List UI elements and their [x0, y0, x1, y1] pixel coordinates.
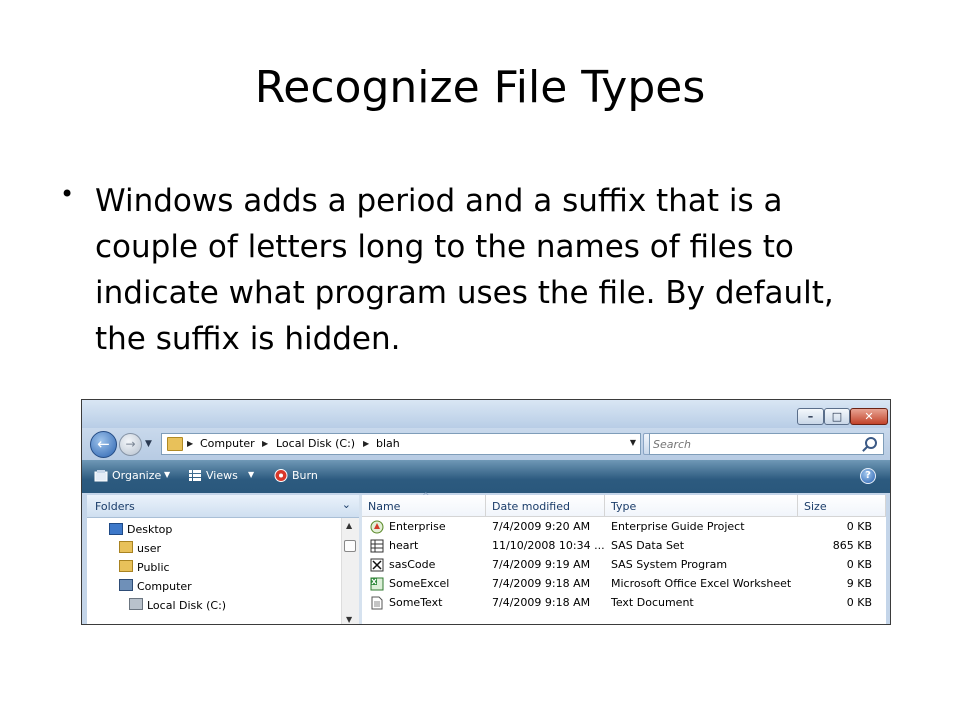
explorer-window: – □ ✕ ← → ▼ ▶ Computer ▶ Local Disk (C:)…: [81, 399, 891, 625]
column-header-label: Name: [368, 500, 401, 513]
computer-icon: [119, 579, 133, 591]
folders-scrollbar[interactable]: ▲ ▼: [341, 518, 359, 624]
help-icon[interactable]: ?: [860, 468, 876, 484]
folders-header[interactable]: Folders ⌄: [87, 495, 359, 518]
tree-item-public[interactable]: Public: [137, 561, 170, 575]
file-size: 865 KB: [832, 539, 872, 552]
file-size: 0 KB: [846, 520, 872, 533]
desktop-icon: [109, 523, 123, 535]
address-bar[interactable]: ▶ Computer ▶ Local Disk (C:) ▶ blah ▼: [161, 433, 641, 455]
sas-dataset-icon: [370, 539, 384, 553]
tree-item-desktop[interactable]: Desktop: [127, 523, 172, 537]
scroll-down-icon[interactable]: ▼: [346, 615, 352, 624]
column-header-label: Size: [804, 500, 827, 513]
burn-icon: [274, 469, 288, 482]
sas-program-icon: [370, 558, 384, 572]
file-date: 11/10/2008 10:34 ...: [492, 539, 605, 552]
file-name[interactable]: heart: [389, 539, 418, 553]
file-type: SAS Data Set: [611, 539, 685, 552]
views-dropdown-icon[interactable]: ▼: [248, 470, 254, 479]
file-name[interactable]: sasCode: [389, 558, 435, 572]
bullet-point: • Windows adds a period and a suffix tha…: [60, 178, 890, 362]
file-name[interactable]: Enterprise: [389, 520, 446, 534]
breadcrumb-separator-icon[interactable]: ▶: [187, 437, 193, 451]
bullet-text: Windows adds a period and a suffix that …: [95, 183, 834, 357]
file-type: Text Document: [611, 596, 694, 609]
recent-pages-dropdown[interactable]: ▼: [145, 439, 152, 449]
file-name[interactable]: SomeExcel: [389, 577, 449, 591]
excel-icon: [370, 577, 384, 591]
command-bar: Organize ▼ Views ▼ Burn ?: [82, 460, 890, 493]
column-header-label: Type: [611, 500, 637, 513]
file-type: Microsoft Office Excel Worksheet: [611, 577, 792, 590]
breadcrumb-separator-icon[interactable]: ▶: [363, 437, 369, 451]
tree-item-local-disk[interactable]: Local Disk (C:): [147, 599, 226, 613]
address-row: ← → ▼ ▶ Computer ▶ Local Disk (C:) ▶ bla…: [82, 428, 890, 460]
forward-arrow-icon: →: [125, 437, 136, 451]
breadcrumb-computer[interactable]: Computer: [200, 437, 255, 451]
search-box: [649, 433, 884, 455]
back-arrow-icon: ←: [97, 435, 110, 453]
column-header-date-modified[interactable]: Date modified: [486, 495, 605, 517]
views-icon: [189, 470, 201, 481]
folders-pane: Folders ⌄ Desktop user Public Computer L…: [87, 495, 359, 624]
column-header-size[interactable]: Size: [798, 495, 886, 517]
column-header-type[interactable]: Type: [605, 495, 798, 517]
drive-icon: [129, 598, 143, 610]
minimize-icon: –: [807, 410, 814, 423]
file-date: 7/4/2009 9:18 AM: [492, 577, 591, 590]
file-date: 7/4/2009 9:20 AM: [492, 520, 591, 533]
maximize-icon: □: [831, 410, 843, 423]
file-name[interactable]: SomeText: [389, 596, 442, 610]
tree-item-user[interactable]: user: [137, 542, 161, 556]
tree-item-computer[interactable]: Computer: [137, 580, 192, 594]
organize-dropdown-icon[interactable]: ▼: [164, 470, 170, 479]
back-button[interactable]: ←: [90, 431, 117, 458]
minimize-button[interactable]: –: [797, 408, 824, 425]
file-type: Enterprise Guide Project: [611, 520, 745, 533]
user-folder-icon: [119, 541, 133, 553]
bullet-dot-icon: •: [60, 180, 75, 208]
maximize-button[interactable]: □: [824, 408, 850, 425]
title-bar[interactable]: – □ ✕: [82, 400, 890, 428]
organize-icon: [94, 470, 108, 482]
organize-button[interactable]: Organize: [112, 469, 161, 483]
views-button[interactable]: Views: [206, 469, 238, 483]
file-type: SAS System Program: [611, 558, 728, 571]
search-icon[interactable]: [865, 437, 877, 449]
slide-title: Recognize File Types: [254, 62, 706, 113]
scrollbar-thumb[interactable]: [344, 540, 356, 552]
sort-ascending-icon: ^: [422, 492, 430, 502]
burn-button[interactable]: Burn: [292, 469, 318, 483]
column-header-label: Date modified: [492, 500, 570, 513]
folders-header-label: Folders: [95, 500, 135, 513]
column-header-name[interactable]: ^ Name: [362, 492, 486, 517]
file-list: ^ Name Date modified Type Size Enterpris…: [362, 492, 886, 624]
breadcrumb-local-disk[interactable]: Local Disk (C:): [276, 437, 355, 451]
close-button[interactable]: ✕: [850, 408, 888, 425]
breadcrumb-blah[interactable]: blah: [376, 437, 400, 451]
folder-icon: [167, 437, 183, 451]
file-size: 9 KB: [846, 577, 872, 590]
chevron-down-icon[interactable]: ⌄: [342, 498, 351, 511]
enterprise-guide-icon: [370, 520, 384, 534]
file-size: 0 KB: [846, 558, 872, 571]
search-input[interactable]: [653, 435, 853, 453]
address-dropdown-icon[interactable]: ▼: [630, 438, 636, 447]
folder-icon: [119, 560, 133, 572]
file-date: 7/4/2009 9:18 AM: [492, 596, 591, 609]
scroll-up-icon[interactable]: ▲: [346, 521, 352, 530]
forward-button[interactable]: →: [119, 433, 142, 456]
close-icon: ✕: [864, 410, 874, 423]
breadcrumb-separator-icon[interactable]: ▶: [262, 437, 268, 451]
file-date: 7/4/2009 9:19 AM: [492, 558, 591, 571]
text-document-icon: [371, 596, 383, 610]
file-size: 0 KB: [846, 596, 872, 609]
